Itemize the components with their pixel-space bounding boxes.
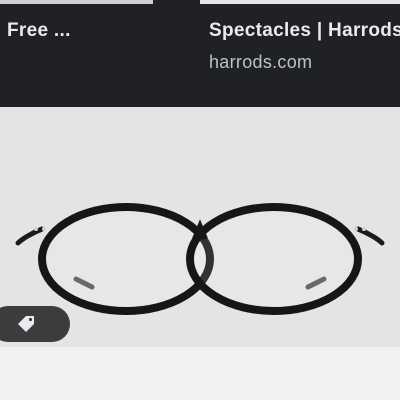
result-card[interactable]: Free ... <box>0 0 190 107</box>
result-title[interactable]: Free ... <box>7 20 71 42</box>
product-image[interactable] <box>0 107 400 347</box>
spectacles-image <box>15 203 385 315</box>
price-tag-badge[interactable] <box>0 306 70 342</box>
result-domain: harrods.com <box>209 52 313 72</box>
result-card[interactable]: Spectacles | Harrods harrods.com <box>200 0 400 107</box>
page-background <box>0 347 400 400</box>
result-title[interactable]: Spectacles | Harrods <box>209 20 400 42</box>
results-strip: Free ... Spectacles | Harrods harrods.co… <box>0 0 400 107</box>
price-tag-icon <box>18 316 34 332</box>
